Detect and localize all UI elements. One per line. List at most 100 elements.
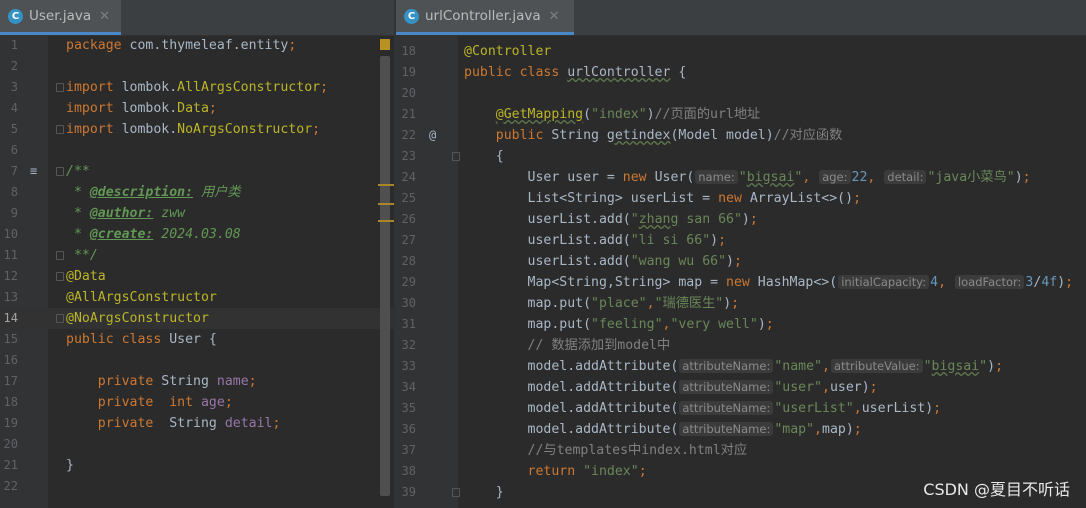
line-number[interactable]: 39	[396, 482, 416, 503]
code-line[interactable]: 13 @AllArgsConstructor	[0, 287, 394, 308]
code-line[interactable]: 2	[0, 56, 394, 77]
line-number[interactable]: 16	[0, 350, 18, 371]
code-line[interactable]: 31 map.put("feeling","very well");	[396, 314, 1086, 335]
code-line[interactable]: 8 * @description: 用户类	[0, 182, 394, 203]
code-line[interactable]: 34 model.addAttribute(attributeName: "use…	[396, 377, 1086, 398]
code-line[interactable]: 4 import lombok.Data;	[0, 98, 394, 119]
code-text[interactable]: userList.add("li si 66");	[464, 230, 727, 251]
code-line[interactable]: 3 import lombok.AllArgsConstructor;	[0, 77, 394, 98]
code-text[interactable]: model.addAttribute(attributeName: "user",…	[464, 377, 878, 398]
code-line[interactable]: 9 * @author: zww	[0, 203, 394, 224]
line-number[interactable]: 34	[396, 377, 416, 398]
code-text[interactable]: }	[464, 482, 504, 503]
error-stripe-mark[interactable]	[378, 184, 394, 186]
line-number[interactable]: 21	[396, 104, 416, 125]
line-number[interactable]: 22	[396, 125, 416, 146]
code-text[interactable]: {	[464, 146, 504, 167]
line-number[interactable]: 7	[0, 161, 18, 182]
code-line[interactable]: 23 {	[396, 146, 1086, 167]
code-line[interactable]: 16	[0, 350, 394, 371]
line-number[interactable]: 1	[0, 35, 18, 56]
code-text[interactable]: private String name;	[66, 371, 257, 392]
code-line[interactable]: 12 @Data	[0, 266, 394, 287]
line-number[interactable]: 18	[0, 392, 18, 413]
code-text[interactable]: model.addAttribute(attributeName: "userLi…	[464, 398, 941, 419]
fold-icon[interactable]	[56, 314, 64, 323]
close-icon[interactable]: ✕	[549, 9, 560, 24]
line-number[interactable]: 10	[0, 224, 18, 245]
code-line[interactable]: 18 private int age;	[0, 392, 394, 413]
code-line[interactable]: 27 userList.add("li si 66");	[396, 230, 1086, 251]
code-line[interactable]: 18 @Controller	[396, 41, 1086, 62]
code-text[interactable]: * @author: zww	[66, 203, 185, 224]
code-line[interactable]: 22	[0, 476, 394, 497]
line-number[interactable]: 38	[396, 461, 416, 482]
code-text[interactable]: return "index";	[464, 461, 647, 482]
line-number[interactable]: 9	[0, 203, 18, 224]
line-number[interactable]: 30	[396, 293, 416, 314]
fold-icon[interactable]	[56, 272, 64, 281]
fold-icon[interactable]	[56, 83, 64, 92]
line-number[interactable]: 28	[396, 251, 416, 272]
code-text[interactable]: **/	[66, 245, 98, 266]
line-number[interactable]: 19	[0, 413, 18, 434]
close-icon[interactable]: ✕	[99, 9, 110, 24]
line-number[interactable]: 33	[396, 356, 416, 377]
code-text[interactable]: @GetMapping("index")//页面的url地址	[464, 104, 760, 125]
code-line[interactable]: 26 userList.add("zhang san 66");	[396, 209, 1086, 230]
line-number[interactable]: 19	[396, 62, 416, 83]
code-editor[interactable]: 18 @Controller 19 public class urlControlle…	[396, 36, 1086, 508]
code-text[interactable]: Map<String,String> map = new HashMap<>(i…	[464, 272, 1073, 293]
code-text[interactable]: private String detail;	[66, 413, 281, 434]
code-line[interactable]: 33 model.addAttribute(attributeName: "nam…	[396, 356, 1086, 377]
line-number[interactable]: 14	[0, 308, 18, 329]
error-stripe-mark[interactable]	[378, 220, 394, 222]
code-text[interactable]: User user = new User(name: "bigsai", age:…	[464, 167, 1031, 188]
code-line[interactable]: 5 import lombok.NoArgsConstructor;	[0, 119, 394, 140]
code-line[interactable]: 30 map.put("place","瑞德医生");	[396, 293, 1086, 314]
line-number[interactable]: 36	[396, 419, 416, 440]
code-line[interactable]: 22 @ public String getindex(Model model)/…	[396, 125, 1086, 146]
fold-icon[interactable]	[56, 167, 64, 176]
code-text[interactable]: public class User {	[66, 329, 217, 350]
code-line[interactable]: 6	[0, 140, 394, 161]
code-line[interactable]: 37 //与templates中index.html对应	[396, 440, 1086, 461]
line-number[interactable]: 24	[396, 167, 416, 188]
code-line[interactable]: 29 Map<String,String> map = new HashMap<…	[396, 272, 1086, 293]
line-number[interactable]: 35	[396, 398, 416, 419]
code-line[interactable]: 7 ≡ /**	[0, 161, 394, 182]
fold-icon[interactable]	[452, 152, 460, 161]
code-text[interactable]: @NoArgsConstructor	[66, 308, 209, 329]
code-text[interactable]: model.addAttribute(attributeName: "name",…	[464, 356, 1003, 377]
code-line[interactable]: 17 private String name;	[0, 371, 394, 392]
line-number[interactable]: 12	[0, 266, 18, 287]
line-number[interactable]: 27	[396, 230, 416, 251]
code-line[interactable]: 20	[0, 434, 394, 455]
code-text[interactable]: userList.add("wang wu 66");	[464, 251, 742, 272]
code-text[interactable]: }	[66, 455, 74, 476]
line-number[interactable]: 25	[396, 188, 416, 209]
code-text[interactable]: // 数据添加到model中	[464, 335, 671, 356]
code-line[interactable]: 20	[396, 83, 1086, 104]
code-line[interactable]: 14 @NoArgsConstructor	[0, 308, 394, 329]
mapping-gutter-icon[interactable]: @	[429, 125, 436, 146]
code-text[interactable]: * @create: 2024.03.08	[66, 224, 241, 245]
line-number[interactable]: 37	[396, 440, 416, 461]
code-line[interactable]: 25 List<String> userList = new ArrayList…	[396, 188, 1086, 209]
code-text[interactable]: map.put("feeling","very well");	[464, 314, 774, 335]
code-text[interactable]: map.put("place","瑞德医生");	[464, 293, 740, 314]
line-number[interactable]: 8	[0, 182, 18, 203]
code-text[interactable]: public class urlController {	[464, 62, 686, 83]
code-line[interactable]: 21}	[0, 455, 394, 476]
code-text[interactable]: /**	[66, 161, 90, 182]
scrollbar-thumb[interactable]	[380, 56, 390, 496]
code-line[interactable]: 10 * @create: 2024.03.08	[0, 224, 394, 245]
line-number[interactable]: 23	[396, 146, 416, 167]
tab-urlcontroller-java[interactable]: C urlController.java ✕	[396, 0, 574, 35]
code-line[interactable]: 21 @GetMapping("index")//页面的url地址	[396, 104, 1086, 125]
code-text[interactable]: import lombok.Data;	[66, 98, 217, 119]
line-number[interactable]: 18	[396, 41, 416, 62]
code-line[interactable]: 1 package com.thymeleaf.entity;	[0, 35, 394, 56]
scrollbar[interactable]	[380, 36, 390, 508]
code-editor[interactable]: 1 package com.thymeleaf.entity; 2 3 import l…	[0, 36, 394, 508]
